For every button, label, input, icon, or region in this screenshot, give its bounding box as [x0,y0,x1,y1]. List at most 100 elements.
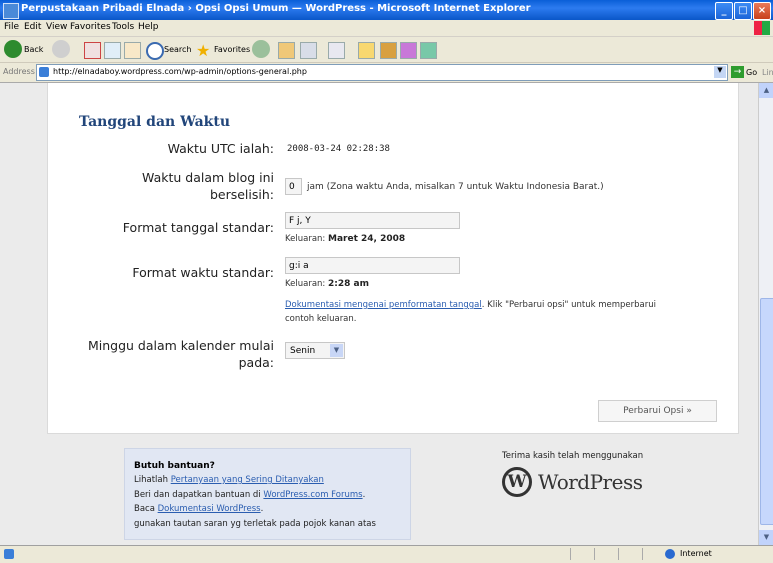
status-segment [618,548,641,560]
menu-file[interactable]: File [4,22,19,32]
page-status-icon [4,549,14,559]
utc-value: 2008-03-24 02:28:38 [287,144,390,154]
wordpress-w-icon: W [502,467,532,497]
stop-icon[interactable] [84,42,101,59]
browser-window: Perpustakaan Pribadi Elnada › Opsi Opsi … [0,0,773,563]
vertical-scrollbar[interactable]: ▲ ▼ [758,83,773,545]
date-output-label: Keluaran: [285,234,326,244]
week-start-selected: Senin [290,346,316,356]
help-line-hint: gunakan tautan saran yg terletak pada po… [134,519,376,529]
go-arrow-icon[interactable]: → [731,66,744,78]
help-line2-text: Beri dan dapatkan bantuan di [134,490,264,500]
time-output-label: Keluaran: [285,279,326,289]
section-title: Tanggal dan Waktu [79,114,231,130]
page-content: Tanggal dan Waktu Waktu UTC ialah: 2008-… [0,83,758,545]
format-doc-note: Dokumentasi mengenai pemformatan tanggal… [285,300,656,310]
date-format-input[interactable]: F j, Y [285,212,460,229]
address-label: Address [3,67,35,76]
status-segment [642,548,665,560]
links-button[interactable]: Links [762,68,773,77]
back-arrow-icon[interactable] [4,40,22,58]
time-format-label: Format waktu standar: [132,265,274,280]
internet-zone-label: Internet [680,549,712,558]
offset-label: Waktu dalam blog ini berselisih: [142,170,274,202]
favorites-button-label[interactable]: Favorites [214,45,250,54]
menu-edit[interactable]: Edit [24,22,41,32]
time-format-output: Keluaran: 2:28 am [285,279,369,289]
forward-arrow-icon[interactable] [52,40,70,58]
address-bar: Address http://elnadaboy.wordpress.com/w… [0,63,773,83]
address-dropdown-icon[interactable]: ▼ [714,66,726,78]
week-start-label: Minggu dalam kalender mulai pada: [87,338,274,370]
wordpress-logo[interactable]: W WordPress [502,467,692,501]
help-title: Butuh bantuan? [134,461,215,471]
help-line2-end: . [362,490,366,500]
refresh-icon[interactable] [104,42,121,59]
title-bar: Perpustakaan Pribadi Elnada › Opsi Opsi … [0,0,773,20]
print-icon[interactable] [300,42,317,59]
help-line3-text: Baca [134,504,158,514]
ie-app-icon [3,3,19,19]
offset-input[interactable]: 0 [285,178,302,195]
status-segment [570,548,593,560]
address-url[interactable]: http://elnadaboy.wordpress.com/wp-admin/… [53,67,307,76]
extension-icon[interactable] [420,42,437,59]
help-line-faq: Lihatlah Pertanyaan yang Sering Ditanyak… [134,475,324,485]
home-icon[interactable] [124,42,141,59]
week-start-select[interactable]: Senin ▼ [285,342,345,359]
help-line3-end: . [260,504,264,514]
edit-icon[interactable] [328,42,345,59]
toolbar: Back Search ★ Favorites [0,37,773,63]
menu-help[interactable]: Help [138,22,159,32]
internet-zone-icon [665,549,675,559]
chevron-down-icon[interactable]: ▼ [330,344,343,357]
update-options-button[interactable]: Perbarui Opsi » [598,400,717,422]
wordpress-wordmark: WordPress [538,470,643,494]
scroll-up-icon[interactable]: ▲ [759,83,773,98]
folder-icon[interactable] [358,42,375,59]
format-doc-text-2: contoh keluaran. [285,314,357,324]
date-format-label: Format tanggal standar: [122,220,274,235]
page-icon [39,67,49,77]
research-icon[interactable] [380,42,397,59]
time-format-input[interactable]: g:i a [285,257,460,274]
options-panel: Tanggal dan Waktu Waktu UTC ialah: 2008-… [47,83,739,434]
menu-view[interactable]: View [46,22,67,32]
window-title: Perpustakaan Pribadi Elnada › Opsi Opsi … [21,3,531,14]
faq-link[interactable]: Pertanyaan yang Sering Ditanyakan [171,475,324,485]
menu-favorites[interactable]: Favorites [70,22,111,32]
status-bar: Internet [0,545,773,563]
minimize-button[interactable]: _ [715,2,733,20]
time-output-value: 2:28 am [328,279,369,289]
format-doc-text: . Klik "Perbarui opsi" untuk memperbarui [481,300,656,310]
help-line-forums: Beri dan dapatkan bantuan di WordPress.c… [134,490,365,500]
menu-bar: File Edit View Favorites Tools Help [0,20,773,37]
mail-icon[interactable] [278,42,295,59]
search-button-label[interactable]: Search [164,45,191,54]
docs-link[interactable]: Dokumentasi WordPress [158,504,261,514]
thanks-text: Terima kasih telah menggunakan [502,451,644,461]
date-output-value: Maret 24, 2008 [328,234,406,244]
messenger-icon[interactable] [400,42,417,59]
offset-note: jam (Zona waktu Anda, misalkan 7 untuk W… [307,182,604,192]
help-box: Butuh bantuan? Lihatlah Pertanyaan yang … [124,448,411,540]
format-doc-link[interactable]: Dokumentasi mengenai pemformatan tanggal [285,300,482,310]
date-format-output: Keluaran: Maret 24, 2008 [285,234,405,244]
help-line1-text: Lihatlah [134,475,171,485]
help-line-docs: Baca Dokumentasi WordPress. [134,504,263,514]
back-button-label[interactable]: Back [24,45,43,54]
address-input[interactable]: http://elnadaboy.wordpress.com/wp-admin/… [36,64,728,81]
close-button[interactable]: × [753,2,771,20]
windows-flag-icon [754,21,770,35]
forums-link[interactable]: WordPress.com Forums [263,490,362,500]
scroll-down-icon[interactable]: ▼ [759,530,773,545]
search-icon[interactable] [146,42,164,60]
favorites-star-icon[interactable]: ★ [196,41,210,60]
history-icon[interactable] [252,40,270,58]
utc-label: Waktu UTC ialah: [167,141,274,156]
status-segment [594,548,617,560]
go-button[interactable]: Go [746,68,757,77]
scroll-thumb[interactable] [760,298,773,525]
menu-tools[interactable]: Tools [112,22,134,32]
maximize-button[interactable]: □ [734,2,752,20]
